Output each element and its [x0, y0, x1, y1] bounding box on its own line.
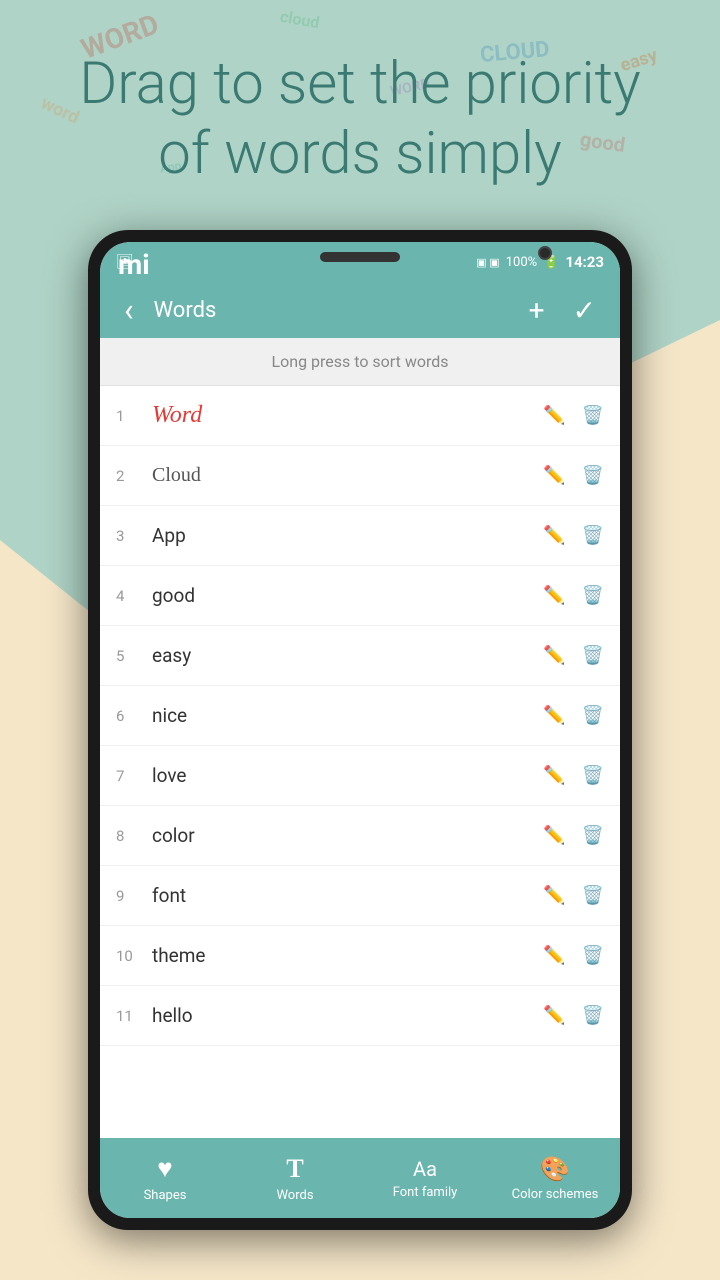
edit-icon[interactable]: ✏️ — [543, 1005, 565, 1026]
edit-icon[interactable]: ✏️ — [543, 945, 565, 966]
delete-icon[interactable]: 🗑️ — [582, 525, 604, 546]
word-number: 8 — [116, 827, 152, 845]
word-text: Cloud — [152, 464, 543, 487]
words-icon: T — [286, 1154, 303, 1184]
delete-icon[interactable]: 🗑️ — [582, 1005, 604, 1026]
word-list-item: 5 easy ✏️ 🗑️ — [100, 626, 620, 686]
mi-logo: mi — [118, 248, 150, 281]
word-actions: ✏️ 🗑️ — [543, 585, 604, 606]
word-text: App — [152, 524, 543, 547]
word-list-item: 7 love ✏️ 🗑️ — [100, 746, 620, 806]
word-list-item: 9 font ✏️ 🗑️ — [100, 866, 620, 926]
word-list-item: 11 hello ✏️ 🗑️ — [100, 986, 620, 1046]
word-text: theme — [152, 944, 543, 967]
word-list-item: 10 theme ✏️ 🗑️ — [100, 926, 620, 986]
word-list-item: 1 Word ✏️ 🗑️ — [100, 386, 620, 446]
nav-item-shapes[interactable]: ♥ Shapes — [100, 1138, 230, 1218]
battery-percent: 100% — [506, 255, 537, 270]
headline-line2: of words simply — [158, 120, 562, 188]
confirm-button[interactable]: ✓ — [565, 290, 604, 331]
word-number: 10 — [116, 947, 152, 965]
word-actions: ✏️ 🗑️ — [543, 1005, 604, 1026]
clock: 14:23 — [565, 253, 604, 271]
word-actions: ✏️ 🗑️ — [543, 945, 604, 966]
font-family-icon: Aa — [413, 1157, 437, 1181]
word-text: nice — [152, 704, 543, 727]
word-number: 3 — [116, 527, 152, 545]
toolbar: ‹ Words + ✓ — [100, 282, 620, 338]
word-actions: ✏️ 🗑️ — [543, 465, 604, 486]
nav-label-shapes: Shapes — [144, 1188, 187, 1203]
word-number: 11 — [116, 1007, 152, 1025]
screen-content: 🖼 ▣ ▣ 100% 🔋 14:23 ‹ Words + ✓ Long pres… — [100, 242, 620, 1218]
word-actions: ✏️ 🗑️ — [543, 525, 604, 546]
phone-speaker — [320, 252, 400, 262]
add-button[interactable]: + — [521, 290, 553, 331]
edit-icon[interactable]: ✏️ — [543, 825, 565, 846]
delete-icon[interactable]: 🗑️ — [582, 765, 604, 786]
delete-icon[interactable]: 🗑️ — [582, 945, 604, 966]
word-list-item: 6 nice ✏️ 🗑️ — [100, 686, 620, 746]
nav-label-font_family: Font family — [393, 1185, 458, 1200]
word-number: 1 — [116, 407, 152, 425]
word-actions: ✏️ 🗑️ — [543, 765, 604, 786]
phone-frame: mi 🖼 ▣ ▣ 100% 🔋 14:23 ‹ Words + ✓ Lon — [88, 230, 632, 1230]
word-number: 9 — [116, 887, 152, 905]
nav-label-words: Words — [276, 1188, 313, 1203]
word-text: easy — [152, 644, 543, 667]
word-list-item: 8 color ✏️ 🗑️ — [100, 806, 620, 866]
headline: Drag to set the priority of words simply — [0, 50, 720, 189]
edit-icon[interactable]: ✏️ — [543, 465, 565, 486]
edit-icon[interactable]: ✏️ — [543, 585, 565, 606]
word-actions: ✏️ 🗑️ — [543, 885, 604, 906]
bottom-nav: ♥ Shapes T Words Aa Font family 🎨 Color … — [100, 1138, 620, 1218]
edit-icon[interactable]: ✏️ — [543, 885, 565, 906]
word-list: 1 Word ✏️ 🗑️ 2 Cloud ✏️ 🗑️ 3 App ✏️ 🗑️ 4… — [100, 386, 620, 1138]
hint-bar: Long press to sort words — [100, 338, 620, 386]
word-text: font — [152, 884, 543, 907]
word-text: hello — [152, 1004, 543, 1027]
word-actions: ✏️ 🗑️ — [543, 645, 604, 666]
color-schemes-icon: 🎨 — [540, 1155, 570, 1183]
signal-icons: ▣ ▣ — [476, 256, 500, 269]
nav-item-color_schemes[interactable]: 🎨 Color schemes — [490, 1138, 620, 1218]
delete-icon[interactable]: 🗑️ — [582, 885, 604, 906]
delete-icon[interactable]: 🗑️ — [582, 645, 604, 666]
delete-icon[interactable]: 🗑️ — [582, 705, 604, 726]
edit-icon[interactable]: ✏️ — [543, 645, 565, 666]
word-number: 4 — [116, 587, 152, 605]
delete-icon[interactable]: 🗑️ — [582, 405, 604, 426]
word-list-item: 2 Cloud ✏️ 🗑️ — [100, 446, 620, 506]
edit-icon[interactable]: ✏️ — [543, 405, 565, 426]
nav-item-font_family[interactable]: Aa Font family — [360, 1138, 490, 1218]
word-number: 6 — [116, 707, 152, 725]
word-text: good — [152, 584, 543, 607]
word-text: Word — [152, 402, 543, 429]
word-actions: ✏️ 🗑️ — [543, 825, 604, 846]
toolbar-title: Words — [154, 298, 509, 323]
word-list-item: 3 App ✏️ 🗑️ — [100, 506, 620, 566]
phone-camera — [538, 246, 552, 260]
edit-icon[interactable]: ✏️ — [543, 525, 565, 546]
back-button[interactable]: ‹ — [116, 287, 142, 333]
word-number: 2 — [116, 467, 152, 485]
delete-icon[interactable]: 🗑️ — [582, 465, 604, 486]
word-number: 7 — [116, 767, 152, 785]
nav-item-words[interactable]: T Words — [230, 1138, 360, 1218]
word-list-item: 4 good ✏️ 🗑️ — [100, 566, 620, 626]
hint-text: Long press to sort words — [271, 352, 448, 371]
word-actions: ✏️ 🗑️ — [543, 405, 604, 426]
shapes-icon: ♥ — [157, 1153, 172, 1184]
word-text: color — [152, 824, 543, 847]
word-actions: ✏️ 🗑️ — [543, 705, 604, 726]
edit-icon[interactable]: ✏️ — [543, 705, 565, 726]
word-text: love — [152, 764, 543, 787]
headline-line1: Drag to set the priority — [79, 50, 640, 118]
word-number: 5 — [116, 647, 152, 665]
delete-icon[interactable]: 🗑️ — [582, 825, 604, 846]
edit-icon[interactable]: ✏️ — [543, 765, 565, 786]
delete-icon[interactable]: 🗑️ — [582, 585, 604, 606]
nav-label-color_schemes: Color schemes — [512, 1187, 599, 1202]
